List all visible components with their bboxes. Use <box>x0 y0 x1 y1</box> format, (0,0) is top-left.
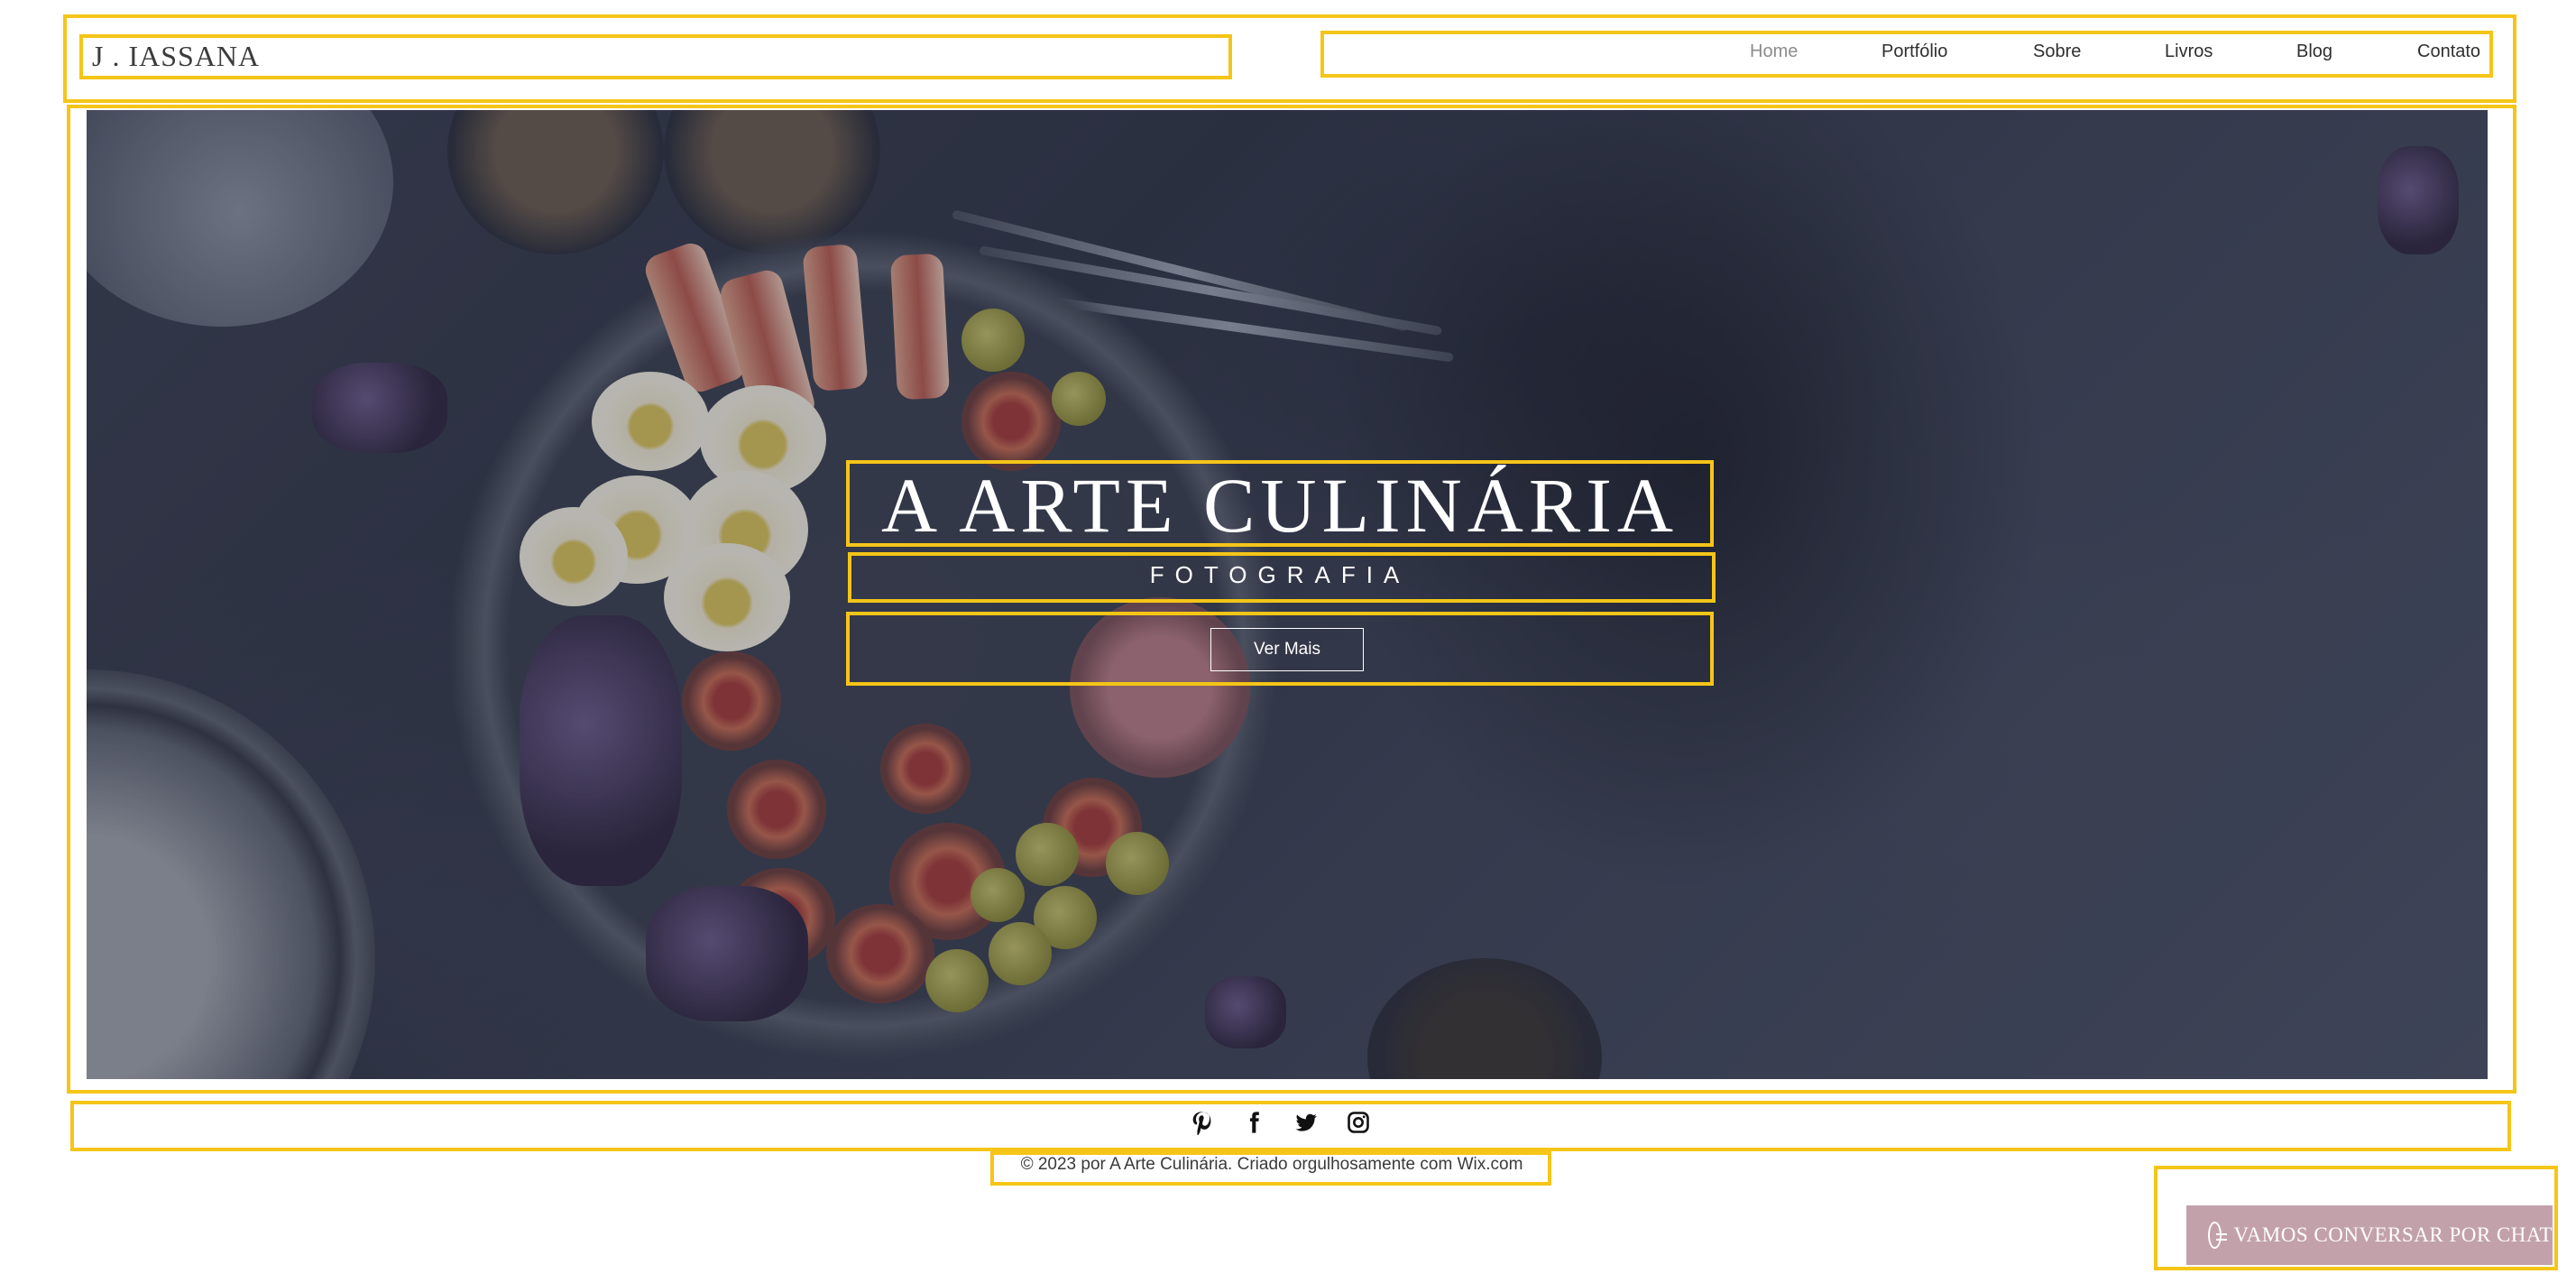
nav-item-home[interactable]: Home <box>1750 42 1798 62</box>
site-logo[interactable]: J . IASSANA <box>92 40 260 73</box>
twitter-icon[interactable] <box>1293 1110 1319 1135</box>
subtitle-frame <box>848 552 1716 603</box>
main-nav: Home Portfólio Sobre Livros Blog Contato <box>1335 42 2482 69</box>
instagram-icon[interactable] <box>1346 1110 1371 1135</box>
footer-copyright: © 2023 por A Arte Culinária. Criado orgu… <box>1020 1155 1523 1174</box>
button-frame <box>846 612 1714 686</box>
nav-item-blog[interactable]: Blog <box>2296 42 2332 62</box>
chat-icon <box>2208 1222 2227 1249</box>
pinterest-icon[interactable] <box>1189 1110 1214 1136</box>
nav-item-portfolio[interactable]: Portfólio <box>1881 42 1947 62</box>
title-frame <box>846 460 1714 547</box>
chat-label: VAMOS CONVERSAR POR CHAT <box>2233 1223 2553 1246</box>
nav-item-contato[interactable]: Contato <box>2417 42 2480 62</box>
chat-button[interactable]: VAMOS CONVERSAR POR CHAT <box>2186 1205 2553 1265</box>
nav-item-livros[interactable]: Livros <box>2165 42 2213 62</box>
nav-item-sobre[interactable]: Sobre <box>2033 42 2081 62</box>
facebook-icon[interactable] <box>1241 1110 1266 1135</box>
social-frame <box>70 1101 2511 1151</box>
